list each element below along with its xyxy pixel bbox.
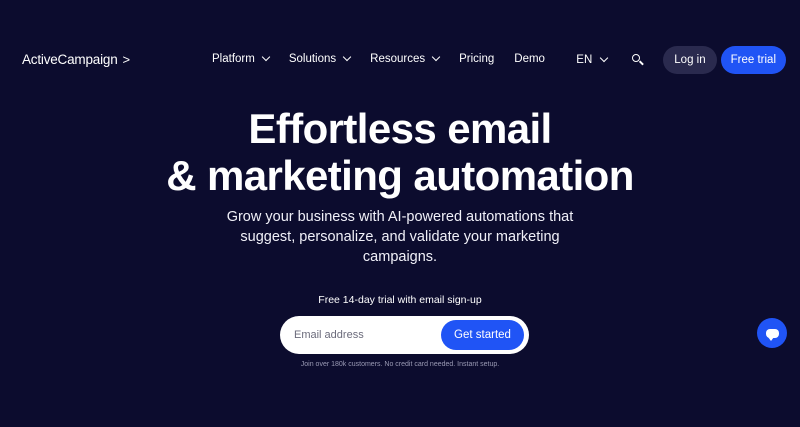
fine-print: Join over 180k customers. No credit card… [300, 361, 500, 368]
nav-item-label: Platform [212, 53, 255, 65]
nav-item-label: Solutions [288, 53, 337, 65]
nav-item-solutions[interactable]: Solutions [288, 52, 352, 65]
email-signup-form: Get started [280, 316, 529, 354]
header-actions: EN Log in Free trial [576, 46, 786, 74]
nav-item-demo[interactable]: Demo [514, 53, 545, 65]
nav-item-resources[interactable]: Resources [370, 52, 441, 65]
chevron-down-icon [342, 52, 352, 62]
chat-button[interactable] [757, 318, 787, 348]
main-nav: Platform Solutions Resources Pricing Dem… [212, 52, 545, 65]
chevron-down-icon [600, 53, 609, 63]
hero-title: Effortless email & marketing automation [0, 105, 800, 199]
get-started-button[interactable]: Get started [441, 320, 524, 350]
logo[interactable]: ActiveCampaign > [22, 52, 130, 67]
search-icon[interactable] [627, 49, 649, 71]
hero-title-line-1: Effortless email [248, 105, 552, 152]
language-label: EN [576, 54, 593, 66]
logo-text: ActiveCampaign [22, 52, 118, 67]
email-field[interactable] [294, 326, 434, 344]
chevron-down-icon [261, 52, 271, 62]
nav-item-pricing[interactable]: Pricing [459, 53, 494, 65]
hero-title-line-2: & marketing automation [166, 152, 634, 199]
nav-item-platform[interactable]: Platform [212, 52, 271, 65]
nav-item-label: Demo [514, 53, 545, 65]
hero-subtitle: Grow your business with AI-powered autom… [226, 209, 574, 265]
free-trial-button[interactable]: Free trial [720, 46, 786, 74]
chevron-down-icon [431, 52, 441, 62]
nav-item-label: Resources [370, 53, 426, 65]
language-selector[interactable]: EN [576, 53, 609, 66]
trial-note: Free 14-day trial with email sign-up [318, 294, 482, 306]
nav-item-label: Pricing [459, 53, 495, 65]
logo-mark: > [122, 52, 131, 67]
chat-icon [765, 328, 779, 341]
top-navigation: ActiveCampaign > Platform Solutions Reso… [0, 0, 800, 120]
login-button[interactable]: Log in [663, 46, 717, 74]
